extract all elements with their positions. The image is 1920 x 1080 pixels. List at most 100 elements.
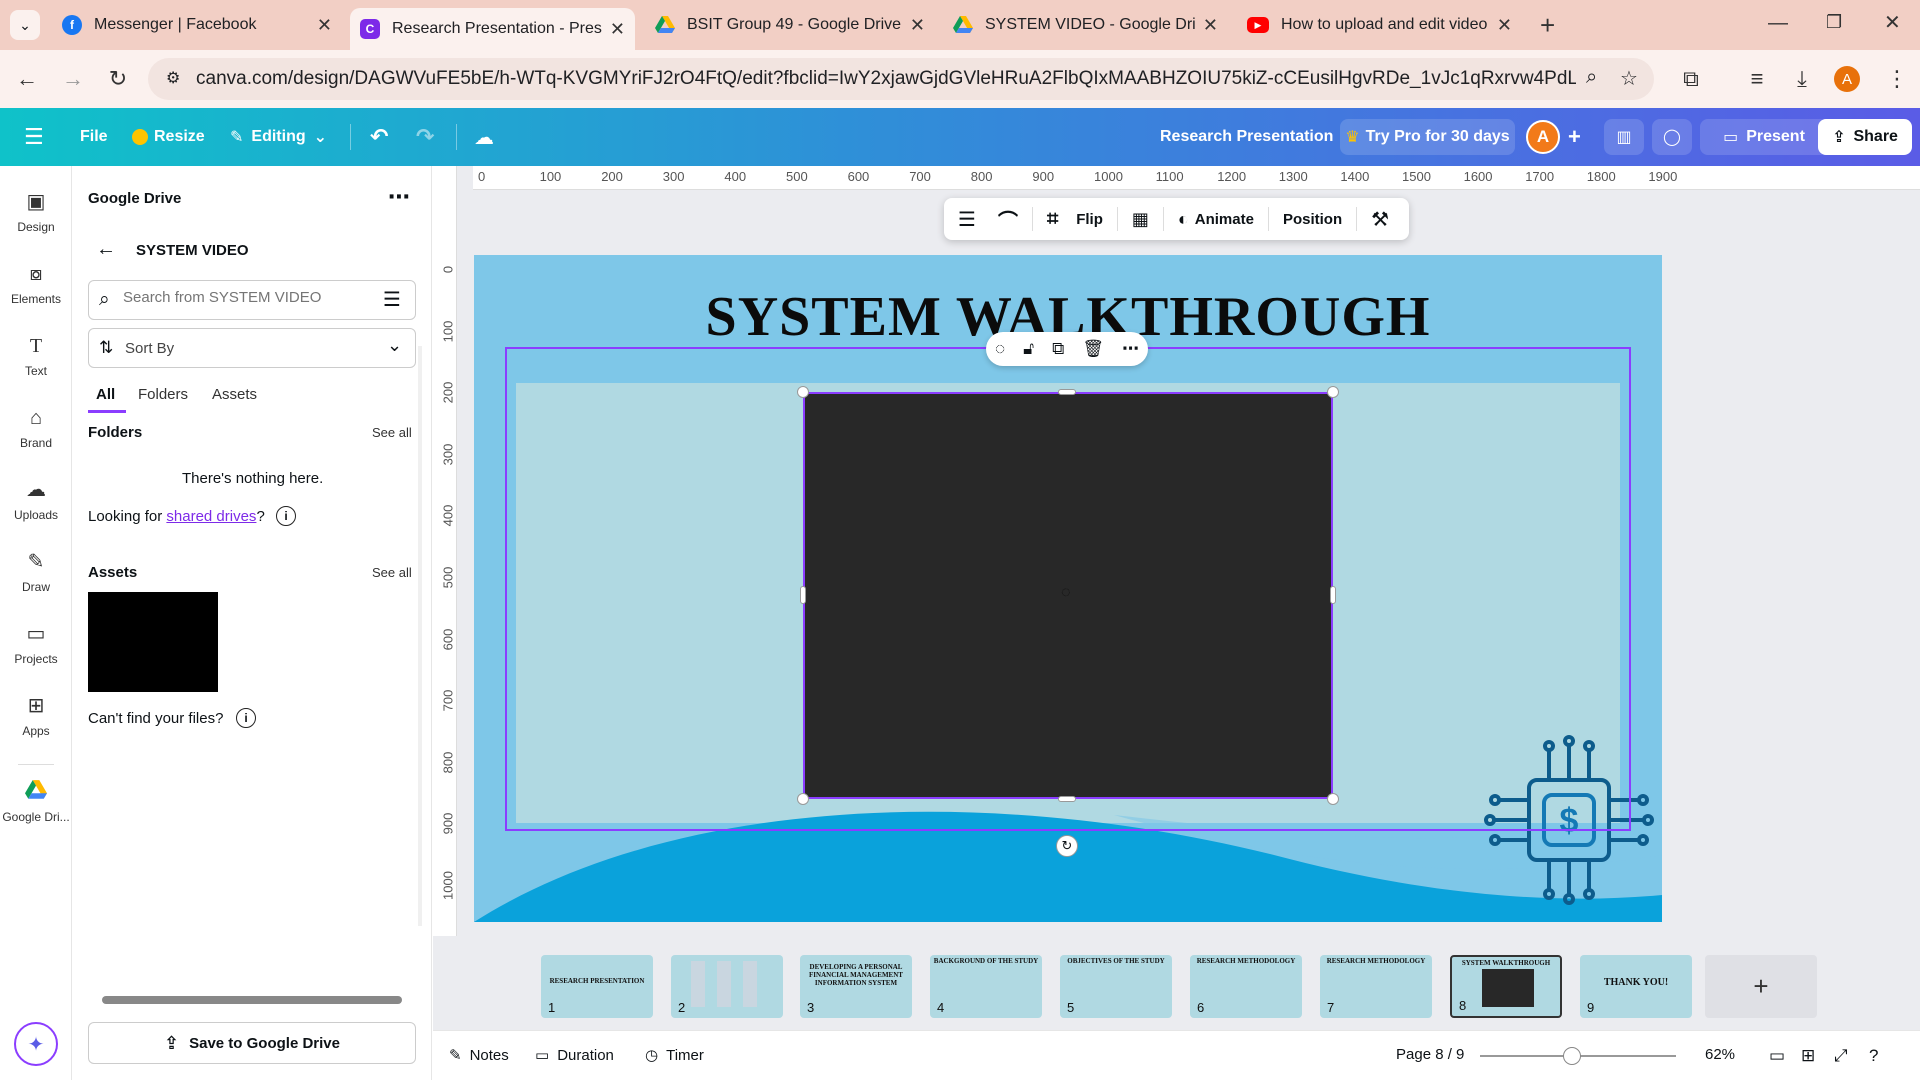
try-pro-button[interactable]: ♛ Try Pro for 30 days xyxy=(1340,119,1515,155)
page-thumbnail-3[interactable]: DEVELOPING A PERSONAL FINANCIAL MANAGEME… xyxy=(800,955,912,1018)
browser-tab-canva[interactable]: C Research Presentation - Present ✕ xyxy=(350,8,635,50)
flip-button[interactable]: Flip xyxy=(1076,211,1103,228)
pages-view-button[interactable]: ▭ xyxy=(1769,1046,1785,1066)
rail-item-draw[interactable]: ✎ Draw xyxy=(0,550,72,594)
filter-icon[interactable]: ☰ xyxy=(383,287,401,312)
rail-item-projects[interactable]: ▭ Projects xyxy=(0,622,72,666)
close-icon[interactable]: ✕ xyxy=(317,15,332,36)
forward-button[interactable]: → xyxy=(58,64,88,94)
resize-handle-s[interactable] xyxy=(1058,796,1076,802)
rail-item-elements[interactable]: ⧇ Elements xyxy=(0,262,72,306)
close-icon[interactable]: ✕ xyxy=(1497,15,1512,36)
redo-button[interactable]: ↷ xyxy=(416,108,434,166)
info-icon[interactable]: i xyxy=(276,506,296,526)
rotate-handle[interactable]: ↻ xyxy=(1056,835,1078,857)
url-field[interactable]: ⚙ canva.com/design/DAGWVuFE5bE/h-WTq-KVG… xyxy=(148,58,1654,100)
present-button[interactable]: ▭ Present xyxy=(1700,119,1828,155)
resize-handle-n[interactable] xyxy=(1058,389,1076,395)
video-element[interactable]: ◌ xyxy=(803,392,1333,799)
resize-handle-ne[interactable] xyxy=(1327,386,1339,398)
tab-search-button[interactable]: ⌄ xyxy=(10,10,40,40)
notes-button[interactable]: ✎ Notes xyxy=(449,1046,509,1065)
page-indicator[interactable]: Page 8 / 9 xyxy=(1396,1046,1464,1063)
fullscreen-button[interactable]: ⤢ xyxy=(1834,1046,1848,1066)
transparency-icon[interactable]: ▦ xyxy=(1132,209,1149,230)
search-input[interactable] xyxy=(123,289,363,306)
add-collaborator-button[interactable]: + xyxy=(1568,108,1581,166)
restore-button[interactable]: ❐ xyxy=(1826,12,1842,33)
resize-button[interactable]: Resize xyxy=(132,108,205,166)
sort-dropdown[interactable]: ⇅ Sort By ⌄ xyxy=(88,328,416,368)
page-thumbnail-5[interactable]: OBJECTIVES OF THE STUDY 5 xyxy=(1060,955,1172,1018)
browser-tab-messenger[interactable]: f Messenger | Facebook ✕ xyxy=(52,8,342,42)
rail-item-text[interactable]: T Text xyxy=(0,334,72,378)
browser-tab-system-video-drive[interactable]: SYSTEM VIDEO - Google Drive ✕ xyxy=(943,8,1228,42)
media-controls-button[interactable]: ≡ xyxy=(1742,64,1772,94)
browser-menu-button[interactable]: ⋮ xyxy=(1882,64,1912,94)
main-menu-button[interactable]: ☰ xyxy=(24,108,44,166)
rail-item-design[interactable]: ▣ Design xyxy=(0,190,72,234)
page-thumbnail-2[interactable]: 2 xyxy=(671,955,783,1018)
file-menu[interactable]: File xyxy=(80,108,108,166)
trash-icon[interactable]: 🗑︎ xyxy=(1082,339,1104,359)
site-info-icon[interactable]: ⚙ xyxy=(166,68,180,88)
zoom-icon[interactable]: ⌕ xyxy=(1586,66,1597,89)
new-tab-button[interactable]: + xyxy=(1540,10,1555,41)
window-close-button[interactable]: ✕ xyxy=(1884,10,1901,35)
tab-folders[interactable]: Folders xyxy=(138,386,188,403)
back-button[interactable]: ← xyxy=(12,64,42,94)
duplicate-icon[interactable]: ⧉ xyxy=(1052,339,1064,359)
browser-tab-bsit-drive[interactable]: BSIT Group 49 - Google Drive ✕ xyxy=(645,8,935,42)
share-button[interactable]: ⇪ Share xyxy=(1818,119,1912,155)
magic-assistant-button[interactable]: ✦ xyxy=(14,1022,58,1066)
comments-button[interactable]: ◯ xyxy=(1652,119,1692,155)
bookmark-star-icon[interactable]: ☆ xyxy=(1620,66,1638,91)
grid-view-button[interactable]: ⊞ xyxy=(1801,1046,1815,1066)
tab-all[interactable]: All xyxy=(96,386,115,403)
lock-icon[interactable]: 🔓︎ xyxy=(1023,339,1034,359)
timer-button[interactable]: ◷ Timer xyxy=(645,1046,704,1065)
resize-handle-e[interactable] xyxy=(1330,586,1336,604)
page-thumbnail-8[interactable]: SYSTEM WALKTHROUGH 8 xyxy=(1450,955,1562,1018)
document-title[interactable]: Research Presentation xyxy=(1160,108,1333,166)
rail-item-uploads[interactable]: ☁ Uploads xyxy=(0,478,72,522)
page-thumbnail-4[interactable]: BACKGROUND OF THE STUDY 4 xyxy=(930,955,1042,1018)
page-thumbnail-6[interactable]: RESEARCH METHODOLOGY 6 xyxy=(1190,955,1302,1018)
panel-more-button[interactable]: ⋯ xyxy=(388,184,410,210)
minimize-button[interactable]: — xyxy=(1768,12,1788,35)
undo-button[interactable]: ↶ xyxy=(370,108,388,166)
rail-item-apps[interactable]: ⊞ Apps xyxy=(0,694,72,738)
add-page-button[interactable]: + xyxy=(1705,955,1817,1018)
border-style-icon[interactable]: ☰ xyxy=(958,207,976,232)
shared-drives-link[interactable]: shared drives xyxy=(166,508,256,525)
folders-see-all-link[interactable]: See all xyxy=(372,425,412,440)
extensions-button[interactable]: ⧉ xyxy=(1676,64,1706,94)
back-to-drive-button[interactable]: ← xyxy=(96,238,116,261)
zoom-level[interactable]: 62% xyxy=(1705,1046,1735,1063)
panel-vertical-scrollbar[interactable] xyxy=(418,346,422,926)
cloud-save-status[interactable]: ☁ xyxy=(474,108,494,166)
info-icon[interactable]: i xyxy=(236,708,256,728)
close-icon[interactable]: ✕ xyxy=(910,15,925,36)
close-icon[interactable]: ✕ xyxy=(1203,15,1218,36)
browser-tab-youtube[interactable]: ▶ How to upload and edit video a ✕ xyxy=(1237,8,1522,42)
close-icon[interactable]: ✕ xyxy=(610,19,625,40)
editing-mode-dropdown[interactable]: ✎ Editing ⌄ xyxy=(230,108,327,166)
page-thumbnail-9[interactable]: THANK YOU! 9 xyxy=(1580,955,1692,1018)
panel-horizontal-scrollbar[interactable] xyxy=(102,996,402,1004)
tab-assets[interactable]: Assets xyxy=(212,386,257,403)
copy-style-icon[interactable]: ⚒ xyxy=(1371,207,1389,232)
rail-item-google-drive[interactable]: Google Dri... xyxy=(0,780,72,824)
help-button[interactable]: ? xyxy=(1869,1046,1878,1066)
profile-avatar[interactable]: A xyxy=(1834,66,1860,92)
downloads-button[interactable]: ⤓ xyxy=(1787,64,1817,94)
asset-video-thumbnail[interactable] xyxy=(88,592,218,692)
assets-see-all-link[interactable]: See all xyxy=(372,565,412,580)
resize-handle-se[interactable] xyxy=(1327,793,1339,805)
rail-item-brand[interactable]: ⌂ Brand xyxy=(0,406,72,450)
page-thumbnail-7[interactable]: RESEARCH METHODOLOGY 7 xyxy=(1320,955,1432,1018)
resize-handle-sw[interactable] xyxy=(797,793,809,805)
zoom-slider-thumb[interactable] xyxy=(1563,1047,1582,1065)
resize-handle-w[interactable] xyxy=(800,586,806,604)
animate-button[interactable]: ◐ Animate xyxy=(1178,209,1254,230)
